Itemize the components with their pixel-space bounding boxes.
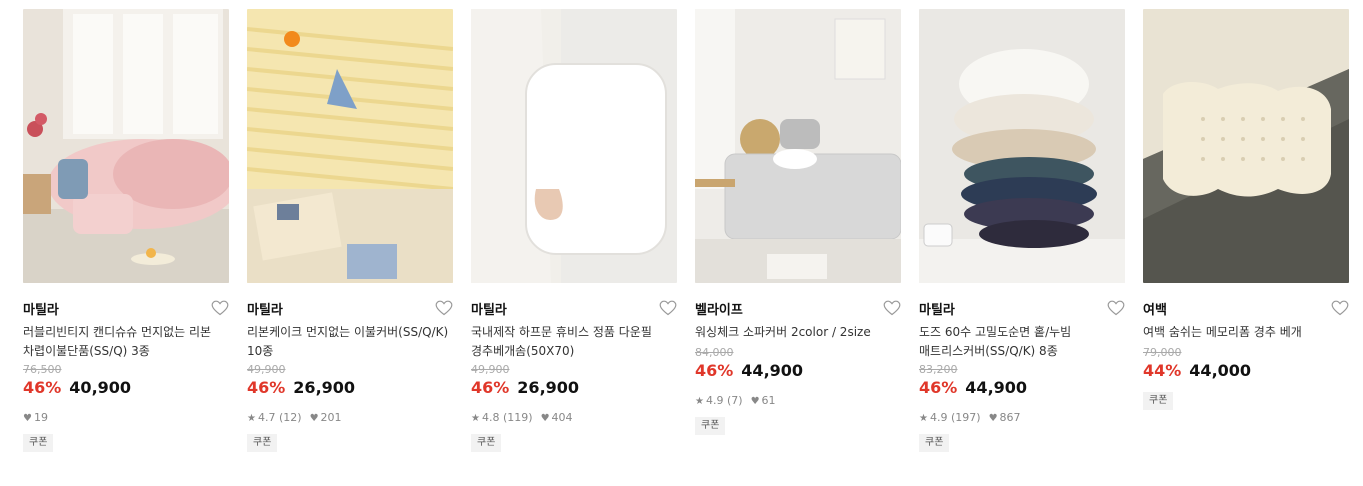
price-row: 46% 44,900 (695, 360, 901, 382)
original-price: 84,000 (695, 346, 734, 359)
coupon-badge[interactable]: 쿠폰 (247, 434, 278, 452)
product-title[interactable]: 리본케이크 먼지없는 이불커버(SS/Q/K) 10종 (247, 323, 453, 361)
meta-row: ♥ 19 (23, 411, 229, 426)
review-count: (119) (502, 411, 533, 424)
star-icon: ★ (919, 413, 928, 424)
product-grid: 마틸라 러블리빈티지 캔디슈슈 먼지없는 리본 차렵이불단품(SS/Q) 3종 … (0, 0, 1363, 486)
coupon-badge[interactable]: 쿠폰 (1143, 392, 1174, 410)
sale-price: 44,900 (741, 361, 804, 380)
heart-outline-icon[interactable] (883, 300, 901, 316)
heart-outline-icon[interactable] (1107, 300, 1125, 316)
product-card[interactable]: 마틸라 국내제작 하프문 휴비스 정품 다운필 경추베개솜(50X70) 49,… (471, 9, 677, 452)
product-card[interactable]: 마틸라 러블리빈티지 캔디슈슈 먼지없는 리본 차렵이불단품(SS/Q) 3종 … (23, 9, 229, 452)
product-card[interactable]: 여백 여백 숨쉬는 메모리폼 경추 베개 79,000 44% 44,000 쿠폰 (1143, 9, 1349, 410)
brand-name[interactable]: 마틸라 (919, 299, 955, 318)
rating-value: 4.7 (257, 411, 276, 424)
meta-row: ★ 4.9 (7) ♥ 61 (695, 394, 901, 409)
like-count: 61 (761, 394, 776, 407)
like-count: 404 (551, 411, 573, 424)
product-image[interactable] (695, 9, 901, 283)
original-price: 83,200 (919, 363, 958, 376)
like-count-group: ♥ 19 (23, 411, 48, 426)
heart-filled-icon: ♥ (23, 413, 32, 424)
product-image[interactable] (919, 9, 1125, 283)
review-count: (7) (726, 394, 743, 407)
product-image[interactable] (247, 9, 453, 283)
coupon-badge[interactable]: 쿠폰 (695, 417, 726, 435)
product-title[interactable]: 워싱체크 소파커버 2color / 2size (695, 323, 901, 342)
meta-row: ★ 4.7 (12) ♥ 201 (247, 411, 453, 426)
heart-outline-icon[interactable] (659, 300, 677, 316)
heart-filled-icon: ♥ (309, 413, 319, 424)
discount-rate: 46% (23, 378, 62, 397)
price-row: 46% 26,900 (471, 377, 677, 399)
product-image[interactable] (1143, 9, 1349, 283)
coupon-badge[interactable]: 쿠폰 (919, 434, 950, 452)
meta-row: ★ 4.9 (197) ♥ 867 (919, 411, 1125, 426)
sale-price: 44,900 (965, 378, 1028, 397)
product-title[interactable]: 도즈 60수 고밀도순면 홑/누빔 매트리스커버(SS/Q/K) 8종 (919, 323, 1125, 361)
original-price: 49,900 (247, 363, 286, 376)
rating-value: 4.9 (929, 411, 948, 424)
meta-row: ★ 4.8 (119) ♥ 404 (471, 411, 677, 426)
discount-rate: 46% (247, 378, 286, 397)
like-count: 19 (33, 411, 48, 424)
heart-outline-icon[interactable] (435, 300, 453, 316)
brand-name[interactable]: 벨라이프 (695, 299, 743, 318)
heart-outline-icon[interactable] (1331, 300, 1349, 316)
like-count-group: ♥ 404 (541, 411, 573, 426)
product-image[interactable] (471, 9, 677, 283)
brand-name[interactable]: 여백 (1143, 299, 1167, 318)
like-count-group: ♥ 867 (989, 411, 1021, 426)
discount-rate: 44% (1143, 361, 1182, 380)
coupon-badge[interactable]: 쿠폰 (23, 434, 54, 452)
product-image[interactable] (23, 9, 229, 283)
brand-name[interactable]: 마틸라 (23, 299, 59, 318)
discount-rate: 46% (919, 378, 958, 397)
like-count: 201 (320, 411, 342, 424)
rating-group: ★ 4.7 (12) (247, 411, 302, 426)
like-count-group: ♥ 201 (310, 411, 342, 426)
heart-filled-icon: ♥ (750, 396, 760, 407)
rating-value: 4.8 (481, 411, 500, 424)
star-icon: ★ (471, 413, 480, 424)
sale-price: 26,900 (293, 378, 356, 397)
rating-group: ★ 4.8 (119) (471, 411, 533, 426)
review-count: (197) (950, 411, 981, 424)
star-icon: ★ (247, 413, 256, 424)
product-title[interactable]: 여백 숨쉬는 메모리폼 경추 베개 (1143, 323, 1349, 342)
price-row: 46% 40,900 (23, 377, 229, 399)
discount-rate: 46% (695, 361, 734, 380)
rating-group: ★ 4.9 (7) (695, 394, 743, 409)
heart-filled-icon: ♥ (988, 413, 998, 424)
heart-filled-icon: ♥ (540, 413, 550, 424)
original-price: 49,900 (471, 363, 510, 376)
discount-rate: 46% (471, 378, 510, 397)
review-count: (12) (278, 411, 302, 424)
heart-outline-icon[interactable] (211, 300, 229, 316)
price-row: 44% 44,000 (1143, 360, 1349, 382)
sale-price: 44,000 (1189, 361, 1252, 380)
coupon-badge[interactable]: 쿠폰 (471, 434, 502, 452)
product-card[interactable]: 벨라이프 워싱체크 소파커버 2color / 2size 84,000 46%… (695, 9, 901, 435)
rating-value: 4.9 (705, 394, 724, 407)
like-count-group: ♥ 61 (751, 394, 776, 409)
product-card[interactable]: 마틸라 도즈 60수 고밀도순면 홑/누빔 매트리스커버(SS/Q/K) 8종 … (919, 9, 1125, 452)
original-price: 76,500 (23, 363, 62, 376)
product-card[interactable]: 마틸라 리본케이크 먼지없는 이불커버(SS/Q/K) 10종 49,900 4… (247, 9, 453, 452)
brand-name[interactable]: 마틸라 (471, 299, 507, 318)
rating-group: ★ 4.9 (197) (919, 411, 981, 426)
price-row: 46% 44,900 (919, 377, 1125, 399)
sale-price: 26,900 (517, 378, 580, 397)
star-icon: ★ (695, 396, 704, 407)
original-price: 79,000 (1143, 346, 1182, 359)
price-row: 46% 26,900 (247, 377, 453, 399)
product-title[interactable]: 국내제작 하프문 휴비스 정품 다운필 경추베개솜(50X70) (471, 323, 677, 361)
sale-price: 40,900 (69, 378, 132, 397)
like-count: 867 (999, 411, 1021, 424)
brand-name[interactable]: 마틸라 (247, 299, 283, 318)
product-title[interactable]: 러블리빈티지 캔디슈슈 먼지없는 리본 차렵이불단품(SS/Q) 3종 (23, 323, 229, 361)
